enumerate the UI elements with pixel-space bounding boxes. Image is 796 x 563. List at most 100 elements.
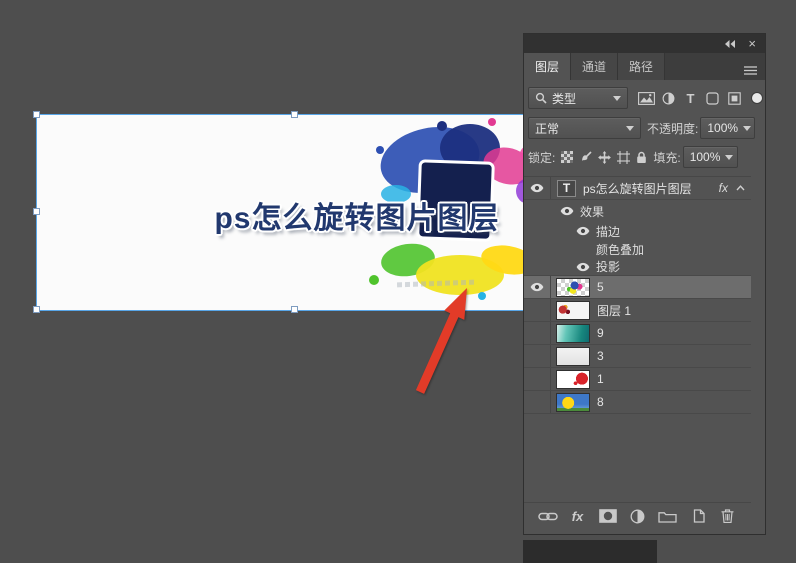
smart-object-filter-icon[interactable] bbox=[726, 89, 743, 107]
type-layer-thumbnail: T bbox=[557, 179, 576, 197]
panel-dock-header: × bbox=[524, 34, 765, 53]
fill-value-select[interactable]: 100% bbox=[682, 146, 738, 168]
lock-transparency-icon[interactable] bbox=[561, 151, 574, 163]
layer-row[interactable]: 3 bbox=[524, 345, 751, 368]
transform-handle-bottom-left[interactable] bbox=[33, 306, 40, 313]
tab-paths[interactable]: 路径 bbox=[618, 53, 666, 80]
lock-artboard-icon[interactable] bbox=[617, 150, 631, 164]
tab-layers[interactable]: 图层 bbox=[524, 53, 572, 80]
dock-bottom-strip bbox=[523, 540, 657, 563]
layer-name: 1 bbox=[597, 372, 604, 386]
layer-row[interactable]: 5 bbox=[524, 276, 751, 299]
effect-row[interactable]: 效果 bbox=[524, 200, 751, 222]
lock-pixels-icon[interactable] bbox=[579, 150, 592, 164]
layer-filter-row: 类型 T bbox=[528, 87, 762, 109]
layer-style-icon[interactable]: fx bbox=[568, 507, 588, 525]
effect-visibility-eye-icon[interactable] bbox=[558, 206, 576, 216]
layer-name: ps怎么旋转图片图层 bbox=[583, 181, 692, 196]
adjustment-layers-filter-icon[interactable] bbox=[660, 89, 677, 107]
pixel-layers-filter-icon[interactable] bbox=[638, 89, 655, 107]
layer-thumbnail[interactable] bbox=[556, 369, 590, 389]
panel-menu-icon[interactable] bbox=[744, 62, 757, 80]
layer-name: 3 bbox=[597, 349, 604, 363]
effect-visibility-eye-icon[interactable] bbox=[574, 226, 592, 236]
layer-visibility-empty[interactable] bbox=[524, 299, 551, 321]
link-layers-icon[interactable] bbox=[537, 507, 558, 525]
layer-visibility-empty[interactable] bbox=[524, 322, 551, 344]
blend-row: 正常 不透明度: 100% bbox=[528, 117, 761, 139]
lock-all-icon[interactable] bbox=[636, 151, 647, 164]
type-layers-filter-icon[interactable]: T bbox=[682, 89, 699, 107]
lock-icon-group bbox=[561, 150, 647, 164]
layer-visibility-empty[interactable] bbox=[524, 345, 551, 367]
blend-mode-value: 正常 bbox=[535, 121, 560, 136]
effect-name: 描边 bbox=[596, 224, 621, 239]
chevron-down-icon bbox=[613, 95, 621, 101]
layer-thumbnail[interactable] bbox=[556, 346, 590, 366]
red-arrow-annotation bbox=[415, 288, 467, 394]
effect-name: 颜色叠加 bbox=[596, 242, 645, 257]
effect-name: 投影 bbox=[596, 260, 621, 274]
new-adjustment-layer-icon[interactable] bbox=[628, 507, 648, 525]
lock-position-icon[interactable] bbox=[598, 150, 612, 164]
layers-panel: × 图层 通道 路径 类型 T 正常 不透明度: 100% 锁定: 填充: 10… bbox=[523, 33, 766, 535]
layer-row[interactable]: 8 bbox=[524, 391, 751, 414]
fill-value: 100% bbox=[689, 150, 721, 164]
panel-tab-bar: 图层 通道 路径 bbox=[524, 53, 765, 80]
layer-thumbnail[interactable] bbox=[556, 277, 590, 297]
layer-list: Tps怎么旋转图片图层 fx 效果描边颜色叠加投影 5 图层 1 9 3 1 8 bbox=[524, 176, 751, 414]
delete-layer-icon[interactable] bbox=[718, 507, 738, 525]
effect-row[interactable]: 投影 bbox=[524, 258, 751, 276]
effect-visibility-eye-icon[interactable] bbox=[574, 262, 592, 272]
canvas-title-text: ps怎么旋转图片图层 bbox=[214, 202, 500, 235]
layer-visibility-eye-icon[interactable] bbox=[524, 177, 551, 199]
layer-row[interactable]: 图层 1 bbox=[524, 299, 751, 322]
layer-thumbnail[interactable] bbox=[556, 300, 590, 320]
opacity-value-select[interactable]: 100% bbox=[700, 117, 756, 139]
filter-icon-group: T bbox=[638, 89, 743, 107]
lock-row: 锁定: 填充: 100% bbox=[528, 146, 761, 168]
tab-channels[interactable]: 通道 bbox=[571, 53, 619, 80]
transform-handle-middle-left[interactable] bbox=[33, 208, 40, 215]
chevron-down-icon bbox=[725, 154, 734, 160]
collapse-panels-icon[interactable] bbox=[724, 39, 736, 48]
blend-mode-select[interactable]: 正常 bbox=[528, 117, 641, 139]
transform-border-top bbox=[36, 114, 524, 115]
new-group-icon[interactable] bbox=[658, 507, 678, 525]
layer-row[interactable]: 1 bbox=[524, 368, 751, 391]
lock-label: 锁定: bbox=[528, 150, 556, 165]
transform-handle-bottom-middle[interactable] bbox=[291, 306, 298, 313]
transform-handle-top-middle[interactable] bbox=[291, 111, 298, 118]
layer-visibility-eye-icon[interactable] bbox=[524, 276, 551, 298]
chevron-down-icon bbox=[626, 125, 634, 131]
layer-row[interactable]: Tps怎么旋转图片图层 fx bbox=[524, 177, 751, 200]
add-layer-mask-icon[interactable] bbox=[598, 507, 618, 525]
photoshop-app: ps怎么旋转图片图层 × 图层 通道 路径 类型 T 正常 不透明度: 100%… bbox=[0, 0, 796, 563]
effect-row[interactable]: 描边 bbox=[524, 222, 751, 240]
chevron-down-icon bbox=[743, 125, 752, 131]
shape-layers-filter-icon[interactable] bbox=[704, 89, 721, 107]
filter-kind-select[interactable]: 类型 bbox=[528, 87, 628, 109]
effect-name: 效果 bbox=[580, 204, 605, 219]
layer-row[interactable]: 9 bbox=[524, 322, 751, 345]
fill-label: 填充: bbox=[653, 150, 681, 165]
search-icon bbox=[535, 92, 547, 104]
layer-filter-toggle[interactable] bbox=[752, 93, 762, 103]
layers-panel-toolbar: fx bbox=[524, 502, 751, 529]
close-panel-icon[interactable]: × bbox=[748, 37, 756, 50]
opacity-label: 不透明度: bbox=[647, 121, 699, 136]
layer-visibility-empty[interactable] bbox=[524, 391, 551, 413]
transform-handle-top-left[interactable] bbox=[33, 111, 40, 118]
layer-name: 9 bbox=[597, 326, 604, 340]
filter-kind-label: 类型 bbox=[552, 91, 577, 106]
opacity-value: 100% bbox=[707, 121, 739, 135]
collapse-effects-icon[interactable] bbox=[736, 185, 745, 191]
layer-visibility-empty[interactable] bbox=[524, 368, 551, 390]
layer-name: 图层 1 bbox=[597, 303, 632, 318]
new-layer-icon[interactable] bbox=[688, 507, 708, 525]
layer-name: 8 bbox=[597, 395, 604, 409]
effect-row[interactable]: 颜色叠加 bbox=[524, 240, 751, 258]
layer-thumbnail[interactable] bbox=[556, 323, 590, 343]
layer-fx-badge: fx bbox=[718, 181, 728, 195]
layer-thumbnail[interactable] bbox=[556, 392, 590, 412]
